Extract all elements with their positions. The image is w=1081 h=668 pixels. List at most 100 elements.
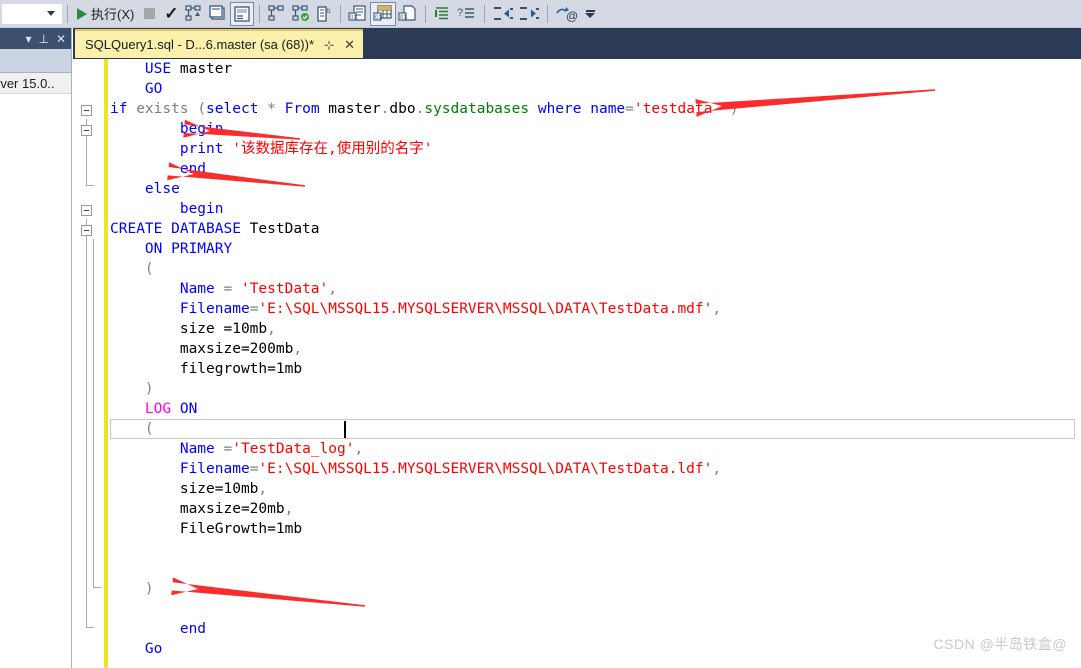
database-server-button[interactable]: ⇅ [313,2,335,26]
code-line[interactable]: GO [110,79,1081,99]
specify-template-parameters-button[interactable]: @ [553,2,581,26]
outlining-margin[interactable] [73,59,104,668]
query-options-button[interactable] [206,2,230,26]
tab-close-icon[interactable]: ✕ [344,38,355,51]
fold-toggle-icon[interactable] [81,225,92,236]
execute-button[interactable]: 执行(X) [73,2,138,26]
code-token: , [293,341,303,357]
display-estimated-execution-plan-icon [185,4,201,21]
code-line[interactable]: maxsize=20mb, [110,499,1081,519]
comment-lines-button[interactable] [431,2,455,26]
code-token: Filename [179,461,250,477]
svg-text:@: @ [566,9,578,23]
code-line[interactable]: maxsize=200mb, [110,339,1081,359]
fold-guide-line [93,239,94,587]
code-token: sysdatabases [424,101,530,117]
code-line[interactable]: if exists (select * From master.dbo.sysd… [110,99,1081,119]
include-actual-execution-plan-button[interactable] [230,1,255,26]
panel-close-icon[interactable]: ✕ [56,33,66,45]
ssms-query-editor-window: 执行(X) ✓ ⇅ 01 01 01 ? @ ▾ ⊥ ✕ rver 15.0..… [0,0,1081,668]
code-line[interactable]: Filename='E:\SQL\MSSQL15.MYSQLSERVER\MSS… [110,299,1081,319]
code-token: , [258,481,268,497]
object-explorer-panel: ▾ ⊥ ✕ rver 15.0.. [0,28,72,668]
increase-indent-button[interactable] [516,2,542,26]
code-token: Name [179,441,215,457]
uncomment-lines-button[interactable]: ? [455,2,479,26]
database-server-icon: ⇅ [317,5,331,22]
fold-toggle-icon[interactable] [81,125,92,136]
code-line[interactable]: end [110,159,1081,179]
parse-check-icon: ✓ [164,4,179,23]
results-to-file-button[interactable]: 01 [396,2,420,26]
results-to-text-button[interactable]: 01 [346,2,370,26]
execute-play-icon [77,7,87,20]
object-explorer-server-node[interactable]: rver 15.0.. [0,73,71,94]
fold-toggle-icon[interactable] [81,105,92,116]
code-line[interactable]: Name ='TestData_log', [110,439,1081,459]
results-to-grid-button[interactable]: 01 [370,1,397,26]
code-token: ON [179,401,198,417]
code-line[interactable] [110,539,1081,559]
parse-button[interactable]: ✓ [160,2,182,26]
code-line[interactable]: Name = 'TestData', [110,279,1081,299]
code-line[interactable]: FileGrowth=1mb [110,519,1081,539]
code-line[interactable]: USE master [110,59,1081,79]
display-estimated-execution-plan-button[interactable] [182,2,206,26]
code-token: maxsize=200mb [179,341,294,357]
code-token: master [319,101,381,117]
available-databases-combobox[interactable] [2,3,62,24]
code-line[interactable]: else [110,179,1081,199]
code-line[interactable]: LOG ON [110,399,1081,419]
tab-pin-icon[interactable]: ⊹ [324,39,334,51]
code-line[interactable]: begin [110,119,1081,139]
tab-sqlquery1[interactable]: SQLQuery1.sql - D...6.master (sa (68))* … [75,29,363,58]
csdn-watermark: CSDN @半岛铁盒@ [933,636,1067,652]
code-line[interactable] [110,559,1081,579]
code-token: , [712,301,722,317]
code-text[interactable]: USE master GO if exists (select * From ma… [110,59,1081,668]
code-editor-surface[interactable]: USE master GO if exists (select * From ma… [73,59,1081,668]
include-live-query-statistics-icon [268,4,284,21]
decrease-indent-button[interactable] [490,2,516,26]
include-live-query-statistics-button[interactable] [265,2,289,26]
code-line[interactable]: begin [110,199,1081,219]
include-client-statistics-button[interactable] [289,2,313,26]
change-tracking-bar [104,59,108,668]
code-line[interactable]: ( [110,419,1081,439]
toolbar-overflow-button[interactable] [585,9,596,18]
code-line[interactable]: ) [110,579,1081,599]
toolbar-overflow-icon [585,12,596,18]
svg-text:01: 01 [400,15,407,21]
fold-end-tick [86,627,94,628]
code-line[interactable]: CREATE DATABASE TestData [110,219,1081,239]
tab-title: SQLQuery1.sql - D...6.master (sa (68))* [85,37,315,52]
object-explorer-tree[interactable]: rver 15.0.. [0,73,71,94]
code-token: begin [179,121,224,137]
code-line[interactable]: filegrowth=1mb [110,359,1081,379]
code-token: = [223,441,233,457]
code-line[interactable]: print '该数据库存在,使用别的名字' [110,139,1081,159]
editor-region: SQLQuery1.sql - D...6.master (sa (68))* … [73,28,1081,668]
code-line[interactable]: size=10mb, [110,479,1081,499]
code-line[interactable]: size =10mb, [110,319,1081,339]
fold-toggle-icon[interactable] [81,205,92,216]
panel-dropdown-icon[interactable]: ▾ [25,33,31,45]
code-line[interactable]: ( [110,259,1081,279]
code-line[interactable]: ) [110,379,1081,399]
code-line[interactable]: Filename='E:\SQL\MSSQL15.MYSQLSERVER\MSS… [110,459,1081,479]
code-line[interactable]: ON PRIMARY [110,239,1081,259]
stop-button[interactable] [138,2,160,26]
specify-values-for-template-parameters-icon: @ [556,6,579,23]
code-line[interactable] [110,599,1081,619]
chevron-down-icon[interactable] [47,11,55,16]
panel-pin-icon[interactable]: ⊥ [38,33,48,45]
code-token: ) [144,381,154,397]
